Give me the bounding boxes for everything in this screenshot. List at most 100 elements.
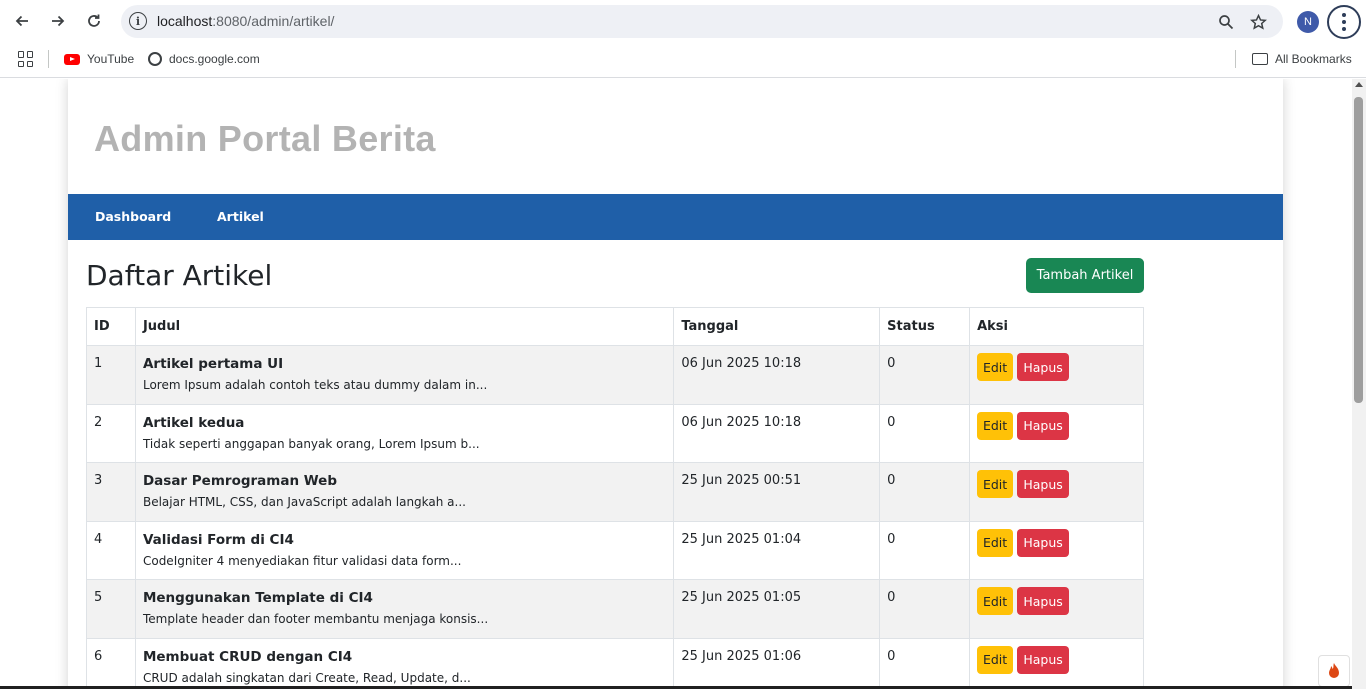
delete-button[interactable]: Hapus — [1017, 353, 1070, 381]
delete-button[interactable]: Hapus — [1017, 411, 1070, 440]
article-excerpt: Belajar HTML, CSS, dan JavaScript adalah… — [142, 495, 466, 510]
edit-button[interactable]: Edit — [977, 470, 1014, 499]
bookmark-label: docs.google.com — [169, 52, 260, 66]
url-text[interactable]: localhost:8080/admin/artikel/ — [157, 13, 334, 29]
cell-title: Membuat CRUD dengan CI4 CRUD adalah singk… — [134, 637, 675, 689]
edit-button[interactable]: Edit — [977, 528, 1014, 557]
article-title: Membuat CRUD dengan CI4 — [142, 648, 353, 665]
cell-title: Artikel pertama UI Lorem Ipsum adalah con… — [134, 345, 675, 405]
profile-avatar[interactable]: N — [1297, 11, 1319, 33]
back-button[interactable] — [7, 6, 37, 36]
youtube-icon — [64, 53, 80, 65]
cell-title: Artikel kedua Tidak seperti anggapan bany… — [134, 403, 675, 464]
arrow-left-icon — [15, 15, 28, 27]
cell-date: 25 Jun 2025 01:06 — [673, 637, 881, 689]
cell-id: 1 — [86, 345, 136, 405]
table-row: 2 Artikel kedua Tidak seperti anggapan ban… — [86, 403, 1144, 464]
cell-date: 06 Jun 2025 10:18 — [673, 403, 881, 464]
table-row: 4 Validasi Form di CI4 CodeIgniter 4 menye… — [86, 520, 1144, 581]
site-info-icon[interactable]: i — [129, 12, 147, 30]
cell-actions: Edit Hapus — [969, 579, 1144, 639]
nav-link-dashboard[interactable]: Dashboard — [95, 209, 171, 224]
column-header-actions: Aksi — [969, 307, 1144, 346]
page-heading: Daftar Artikel — [86, 259, 273, 292]
article-excerpt: Tidak seperti anggapan banyak orang, Lor… — [142, 436, 480, 451]
bookmarks-divider — [1235, 50, 1236, 68]
zoom-icon[interactable] — [1215, 11, 1237, 33]
cell-date: 06 Jun 2025 10:18 — [673, 345, 881, 405]
cell-status: 0 — [879, 403, 971, 464]
bookmark-docs-google[interactable]: docs.google.com — [148, 50, 260, 68]
article-excerpt: Lorem Ipsum adalah contoh teks atau dumm… — [142, 378, 488, 392]
cell-actions: Edit Hapus — [969, 520, 1144, 581]
cell-id: 4 — [86, 520, 136, 581]
cell-actions: Edit Hapus — [969, 462, 1144, 522]
row-actions: Edit Hapus — [977, 528, 1136, 557]
cell-id: 5 — [86, 579, 136, 639]
cell-title: Dasar Pemrograman Web Belajar HTML, CSS, … — [134, 462, 675, 522]
codeigniter-debug-toolbar-icon[interactable] — [1318, 655, 1350, 687]
article-title: Validasi Form di CI4 — [142, 531, 294, 548]
apps-grid-icon[interactable] — [18, 51, 34, 67]
url-path: :8080/admin/artikel/ — [212, 13, 335, 29]
address-bar[interactable]: i localhost:8080/admin/artikel/ — [121, 5, 1283, 38]
edit-button[interactable]: Edit — [977, 353, 1014, 381]
column-header-status: Status — [879, 307, 971, 346]
site-title: Admin Portal Berita — [94, 118, 436, 159]
cell-id: 2 — [86, 403, 136, 464]
article-title: Dasar Pemrograman Web — [142, 473, 337, 490]
page-container: Admin Portal Berita Dashboard Artikel Da… — [68, 79, 1283, 689]
cell-status: 0 — [879, 462, 971, 522]
table-header-row: ID Judul Tanggal Status Aksi — [86, 307, 1144, 346]
vertical-scrollbar[interactable] — [1352, 79, 1366, 689]
article-title: Artikel kedua — [142, 414, 245, 431]
edit-button[interactable]: Edit — [977, 587, 1014, 616]
article-excerpt: CodeIgniter 4 menyediakan fitur validasi… — [142, 553, 462, 568]
delete-button[interactable]: Hapus — [1017, 645, 1070, 674]
all-bookmarks-button[interactable]: All Bookmarks — [1252, 50, 1352, 68]
browser-menu-button[interactable] — [1327, 5, 1361, 39]
column-header-id: ID — [86, 307, 136, 346]
article-excerpt: CRUD adalah singkatan dari Create, Read,… — [142, 670, 471, 685]
bookmark-star-icon[interactable] — [1247, 11, 1269, 33]
all-bookmarks-label: All Bookmarks — [1275, 52, 1352, 66]
column-header-date: Tanggal — [673, 307, 881, 346]
page-viewport: Admin Portal Berita Dashboard Artikel Da… — [0, 79, 1352, 689]
forward-button[interactable] — [43, 6, 73, 36]
edit-button[interactable]: Edit — [977, 411, 1014, 440]
edit-button[interactable]: Edit — [977, 645, 1014, 674]
cell-id: 3 — [86, 462, 136, 522]
row-actions: Edit Hapus — [977, 470, 1136, 499]
row-actions: Edit Hapus — [977, 587, 1136, 616]
arrow-right-icon — [52, 15, 65, 27]
article-title: Artikel pertama UI — [142, 356, 284, 372]
articles-table: ID Judul Tanggal Status Aksi 1 Artikel pe… — [86, 307, 1144, 689]
delete-button[interactable]: Hapus — [1017, 587, 1070, 616]
delete-button[interactable]: Hapus — [1017, 528, 1070, 557]
column-header-title: Judul — [134, 307, 675, 346]
cell-status: 0 — [879, 579, 971, 639]
reload-button[interactable] — [79, 6, 109, 36]
reload-icon — [88, 14, 100, 27]
bookmark-label: YouTube — [87, 52, 135, 66]
cell-actions: Edit Hapus — [969, 403, 1144, 464]
globe-icon — [148, 52, 162, 66]
cell-status: 0 — [879, 520, 971, 581]
scrollbar-thumb[interactable] — [1354, 97, 1363, 403]
kebab-menu-icon — [1342, 13, 1346, 31]
scroll-up-arrow-icon[interactable] — [1355, 82, 1363, 87]
url-host: localhost — [157, 13, 213, 29]
cell-date: 25 Jun 2025 01:04 — [673, 520, 881, 581]
cell-title: Menggunakan Template di CI4 Template head… — [134, 579, 675, 639]
cell-title: Validasi Form di CI4 CodeIgniter 4 menyed… — [134, 520, 675, 581]
nav-link-artikel[interactable]: Artikel — [217, 209, 264, 224]
add-article-button[interactable]: Tambah Artikel — [1026, 258, 1144, 293]
delete-button[interactable]: Hapus — [1017, 470, 1070, 499]
row-actions: Edit Hapus — [977, 353, 1136, 381]
table-row: 3 Dasar Pemrograman Web Belajar HTML, CSS,… — [86, 462, 1144, 522]
bookmark-youtube[interactable]: YouTube — [64, 50, 134, 68]
row-actions: Edit Hapus — [977, 645, 1136, 674]
bookmarks-divider — [48, 50, 49, 68]
cell-actions: Edit Hapus — [969, 345, 1144, 405]
table-row: 5 Menggunakan Template di CI4 Template hea… — [86, 579, 1144, 639]
